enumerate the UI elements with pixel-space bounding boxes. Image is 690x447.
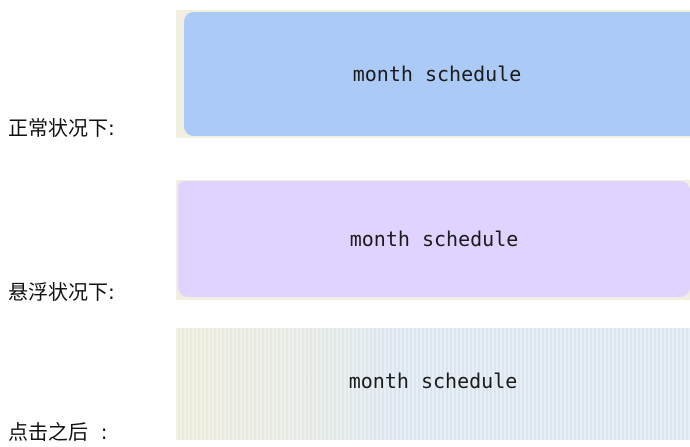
button-label: month schedule — [352, 62, 522, 86]
clicked-state-label: 点击之后 : — [8, 420, 108, 444]
button-label: month schedule — [349, 227, 519, 251]
month-schedule-button-hover[interactable]: month schedule — [178, 181, 690, 297]
month-schedule-button-normal[interactable]: month schedule — [184, 12, 690, 136]
normal-state-label: 正常状况下: — [8, 116, 115, 140]
hover-state-label: 悬浮状况下: — [8, 280, 115, 304]
month-schedule-button-clicked[interactable]: month schedule — [176, 328, 690, 440]
button-label: month schedule — [348, 369, 518, 393]
